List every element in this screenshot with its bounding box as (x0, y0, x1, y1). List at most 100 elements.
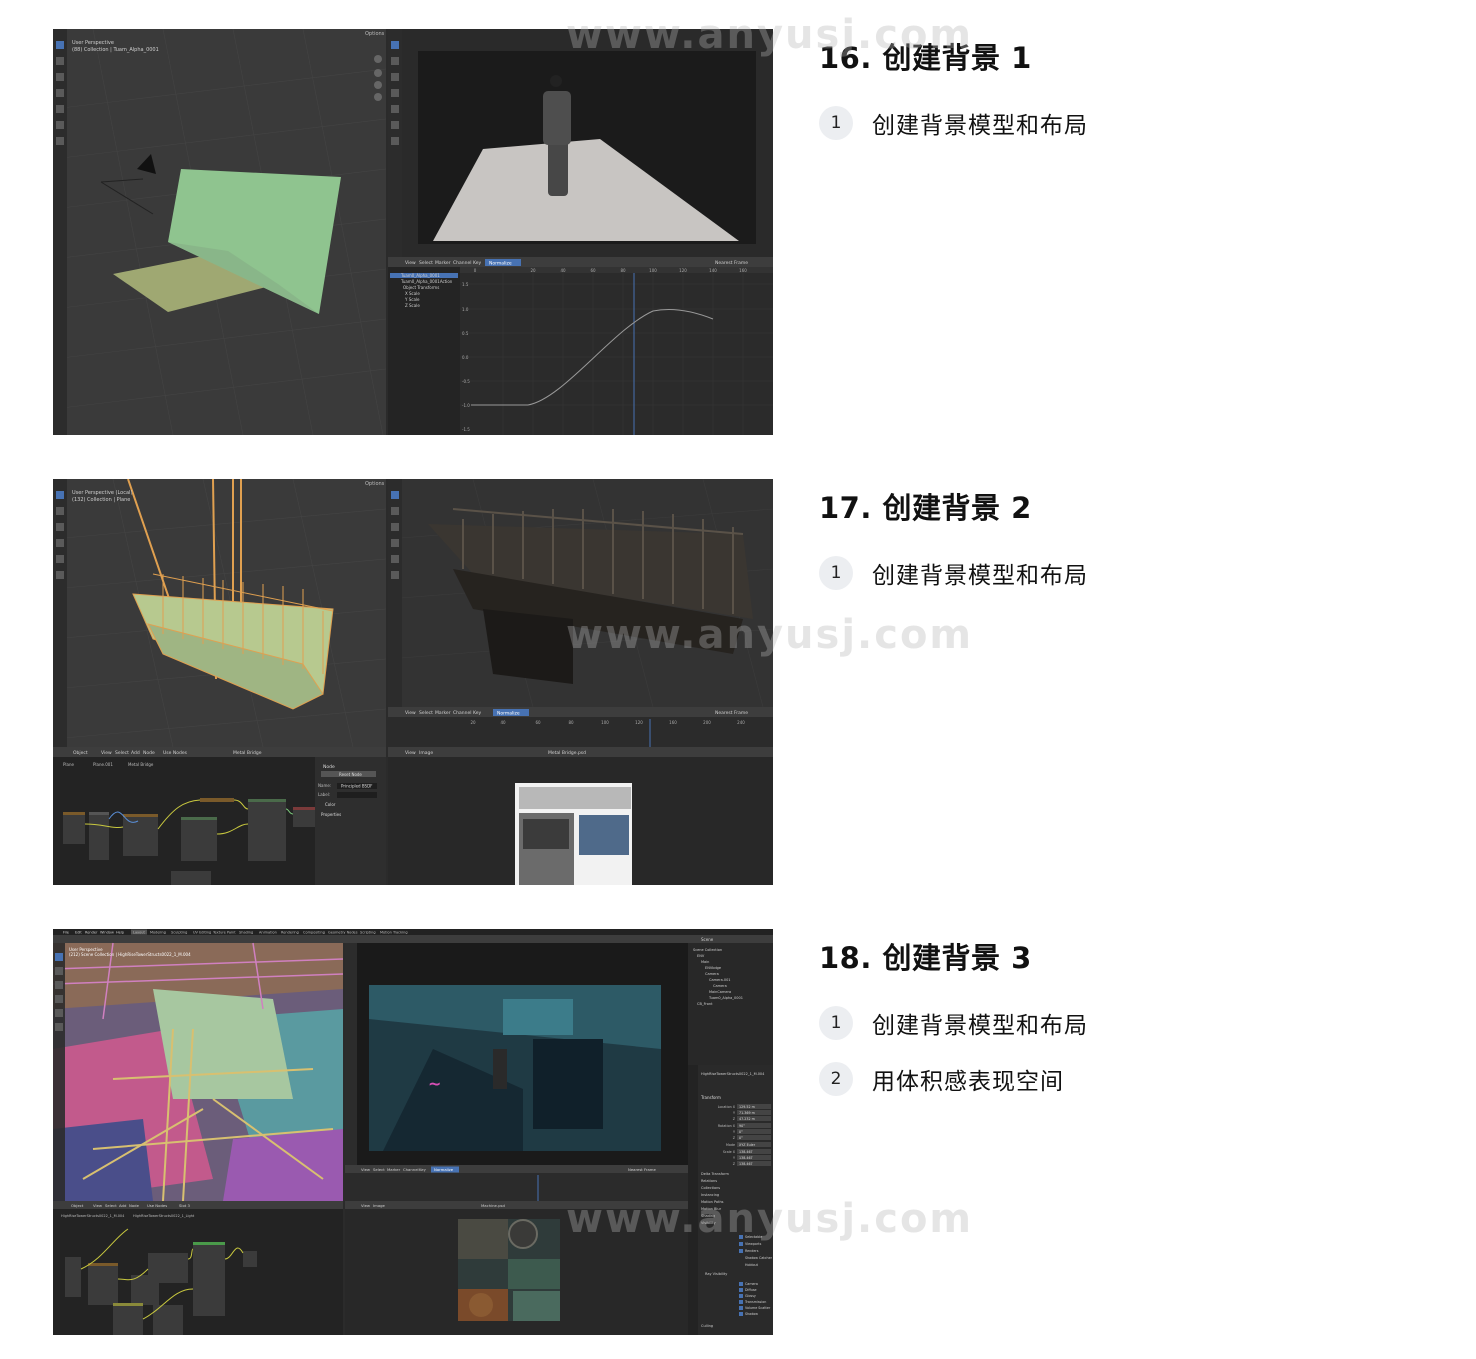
node-menu-view[interactable]: View (93, 1203, 102, 1208)
graph-menu-view[interactable]: View (405, 260, 416, 266)
workspace-tab[interactable]: Animation (259, 931, 277, 935)
workspace-tab[interactable]: UV Editing (193, 931, 211, 935)
visibility-item[interactable]: Renders (745, 1249, 759, 1253)
prop-section[interactable]: Instancing (701, 1193, 719, 1197)
menu-window[interactable]: Window (100, 931, 114, 935)
workspace-tab[interactable]: Modeling (150, 931, 166, 935)
transform-value[interactable]: 129.52 m (739, 1105, 755, 1109)
graph-menu-select[interactable]: Select (373, 1167, 385, 1172)
channel-5[interactable]: Z Scale (405, 303, 420, 308)
transform-value[interactable]: 138.467 (739, 1150, 753, 1154)
graph-menu-channel[interactable]: Channel (403, 1167, 419, 1172)
visibility-item[interactable]: Shadow Catcher (745, 1256, 773, 1260)
workspace-tab[interactable]: Geometry Nodes (328, 931, 358, 935)
graph-menu-key[interactable]: Key (473, 710, 481, 716)
node-header[interactable]: Object (73, 750, 88, 756)
prop-section[interactable]: Motion Blur (701, 1207, 722, 1211)
channel-2[interactable]: Object Transforms (403, 285, 439, 290)
node-section-properties[interactable]: Properties (321, 812, 341, 817)
transform-value[interactable]: 138.467 (739, 1162, 753, 1166)
menu-file[interactable]: File (63, 931, 69, 935)
outliner-item[interactable]: Main (701, 960, 709, 964)
image-name[interactable]: Machine.psd (481, 1203, 505, 1208)
workspace-tab[interactable]: Compositing (303, 931, 325, 935)
channel-1[interactable]: Tuam0_Alpha_0001Action (400, 279, 453, 284)
transform-value[interactable]: 0° (739, 1136, 743, 1140)
material-name[interactable]: Metal Bridge (233, 750, 262, 756)
node-menu-add[interactable]: Add (119, 1203, 127, 1208)
prop-section[interactable]: Collections (701, 1186, 720, 1190)
visibility-item[interactable]: Viewports (745, 1242, 762, 1246)
graph-snap[interactable]: Nearest Frame (715, 260, 748, 266)
graph-menu-select[interactable]: Select (419, 260, 433, 266)
image-menu-image[interactable]: Image (419, 750, 433, 756)
workspace-tab[interactable]: Texture Paint (212, 931, 236, 935)
prop-section[interactable]: Delta Transform (701, 1172, 729, 1176)
graph-menu-view[interactable]: View (405, 710, 416, 716)
outliner-item[interactable]: Camera (705, 972, 719, 976)
node-menu-add[interactable]: Add (131, 750, 140, 756)
prop-section[interactable]: Culling (701, 1324, 713, 1328)
outliner-item[interactable]: CB_Front (697, 1002, 713, 1006)
ray-visibility-item[interactable]: Volume Scatter (745, 1306, 771, 1310)
node-menu-select[interactable]: Select (105, 1203, 117, 1208)
workspace-tab[interactable]: Sculpting (171, 931, 187, 935)
outliner-item[interactable]: Tuam0_Alpha_0001 (708, 996, 743, 1000)
workspace-tab[interactable]: Motion Tracking (380, 931, 408, 935)
graph-snap[interactable]: Nearest Frame (715, 710, 748, 716)
graph-menu-channel[interactable]: Channel (453, 260, 471, 266)
image-menu-view[interactable]: View (405, 750, 416, 756)
graph-snap[interactable]: Nearest Frame (628, 1167, 656, 1172)
graph-menu-channel[interactable]: Channel (453, 710, 471, 716)
image-menu-image[interactable]: Image (373, 1203, 386, 1208)
prop-section-ray-visibility[interactable]: Ray Visibility (705, 1272, 727, 1276)
prop-section[interactable]: Relations (701, 1179, 717, 1183)
node-menu-node[interactable]: Node (129, 1203, 140, 1208)
menu-render[interactable]: Render (85, 931, 98, 935)
outliner-item[interactable]: Camera.001 (709, 978, 731, 982)
graph-menu-marker[interactable]: Marker (387, 1167, 401, 1172)
transform-value[interactable]: 138.467 (739, 1156, 753, 1160)
use-nodes-checkbox[interactable]: Use Nodes (163, 750, 188, 756)
channel-0[interactable]: Tuam0_Alpha_0001 (400, 273, 440, 278)
ray-visibility-item[interactable]: Diffuse (745, 1288, 757, 1292)
graph-mode[interactable]: Normalize (489, 261, 512, 267)
ray-visibility-item[interactable]: Camera (745, 1282, 758, 1286)
prop-section[interactable]: Motion Paths (701, 1200, 724, 1204)
node-menu-select[interactable]: Select (115, 750, 129, 756)
image-name[interactable]: Metal Bridge.psd (548, 750, 586, 756)
channel-4[interactable]: Y Scale (404, 297, 420, 302)
graph-menu-key[interactable]: Key (473, 260, 481, 266)
workspace-tab[interactable]: Scripting (360, 931, 376, 935)
outliner-item[interactable]: Scene Collection (693, 948, 722, 952)
ray-visibility-item[interactable]: Shadow (745, 1312, 758, 1316)
transform-value[interactable]: 71.369 m (739, 1111, 755, 1115)
outliner-item[interactable]: ENVbdge (705, 966, 721, 970)
graph-menu-marker[interactable]: Marker (435, 260, 451, 266)
use-nodes-checkbox[interactable]: Use Nodes (147, 1203, 167, 1208)
transform-value[interactable]: XYZ Euler (739, 1143, 756, 1147)
node-menu-view[interactable]: View (101, 750, 112, 756)
workspace-tab[interactable]: Rendering (281, 931, 299, 935)
ray-visibility-item[interactable]: Glossy (745, 1294, 756, 1298)
menu-edit[interactable]: Edit (75, 931, 82, 935)
visibility-item[interactable]: Selectable (745, 1235, 762, 1239)
graph-menu-key[interactable]: Key (419, 1167, 427, 1172)
transform-value[interactable]: 90° (739, 1124, 745, 1128)
outliner-item[interactable]: Camera (713, 984, 727, 988)
node-menu-node[interactable]: Node (143, 750, 155, 756)
graph-mode[interactable]: Normalize (434, 1167, 454, 1172)
workspace-tab[interactable]: Shading (239, 931, 253, 935)
ray-visibility-item[interactable]: Transmission (744, 1300, 766, 1304)
graph-menu-select[interactable]: Select (419, 710, 433, 716)
outliner-item[interactable]: ENV (697, 954, 705, 958)
channel-3[interactable]: X Scale (405, 291, 420, 296)
transform-value[interactable]: 47.232 m (739, 1117, 755, 1121)
prop-section[interactable]: Shading (701, 1214, 715, 1218)
options-label[interactable]: Options (365, 31, 385, 37)
node-label-field[interactable] (337, 792, 377, 798)
node-section-color[interactable]: Color (325, 802, 336, 807)
graph-mode[interactable]: Normalize (497, 711, 520, 717)
outliner-item[interactable]: MainCamera (709, 990, 731, 994)
slot-select[interactable]: Slot 3 (179, 1203, 190, 1208)
